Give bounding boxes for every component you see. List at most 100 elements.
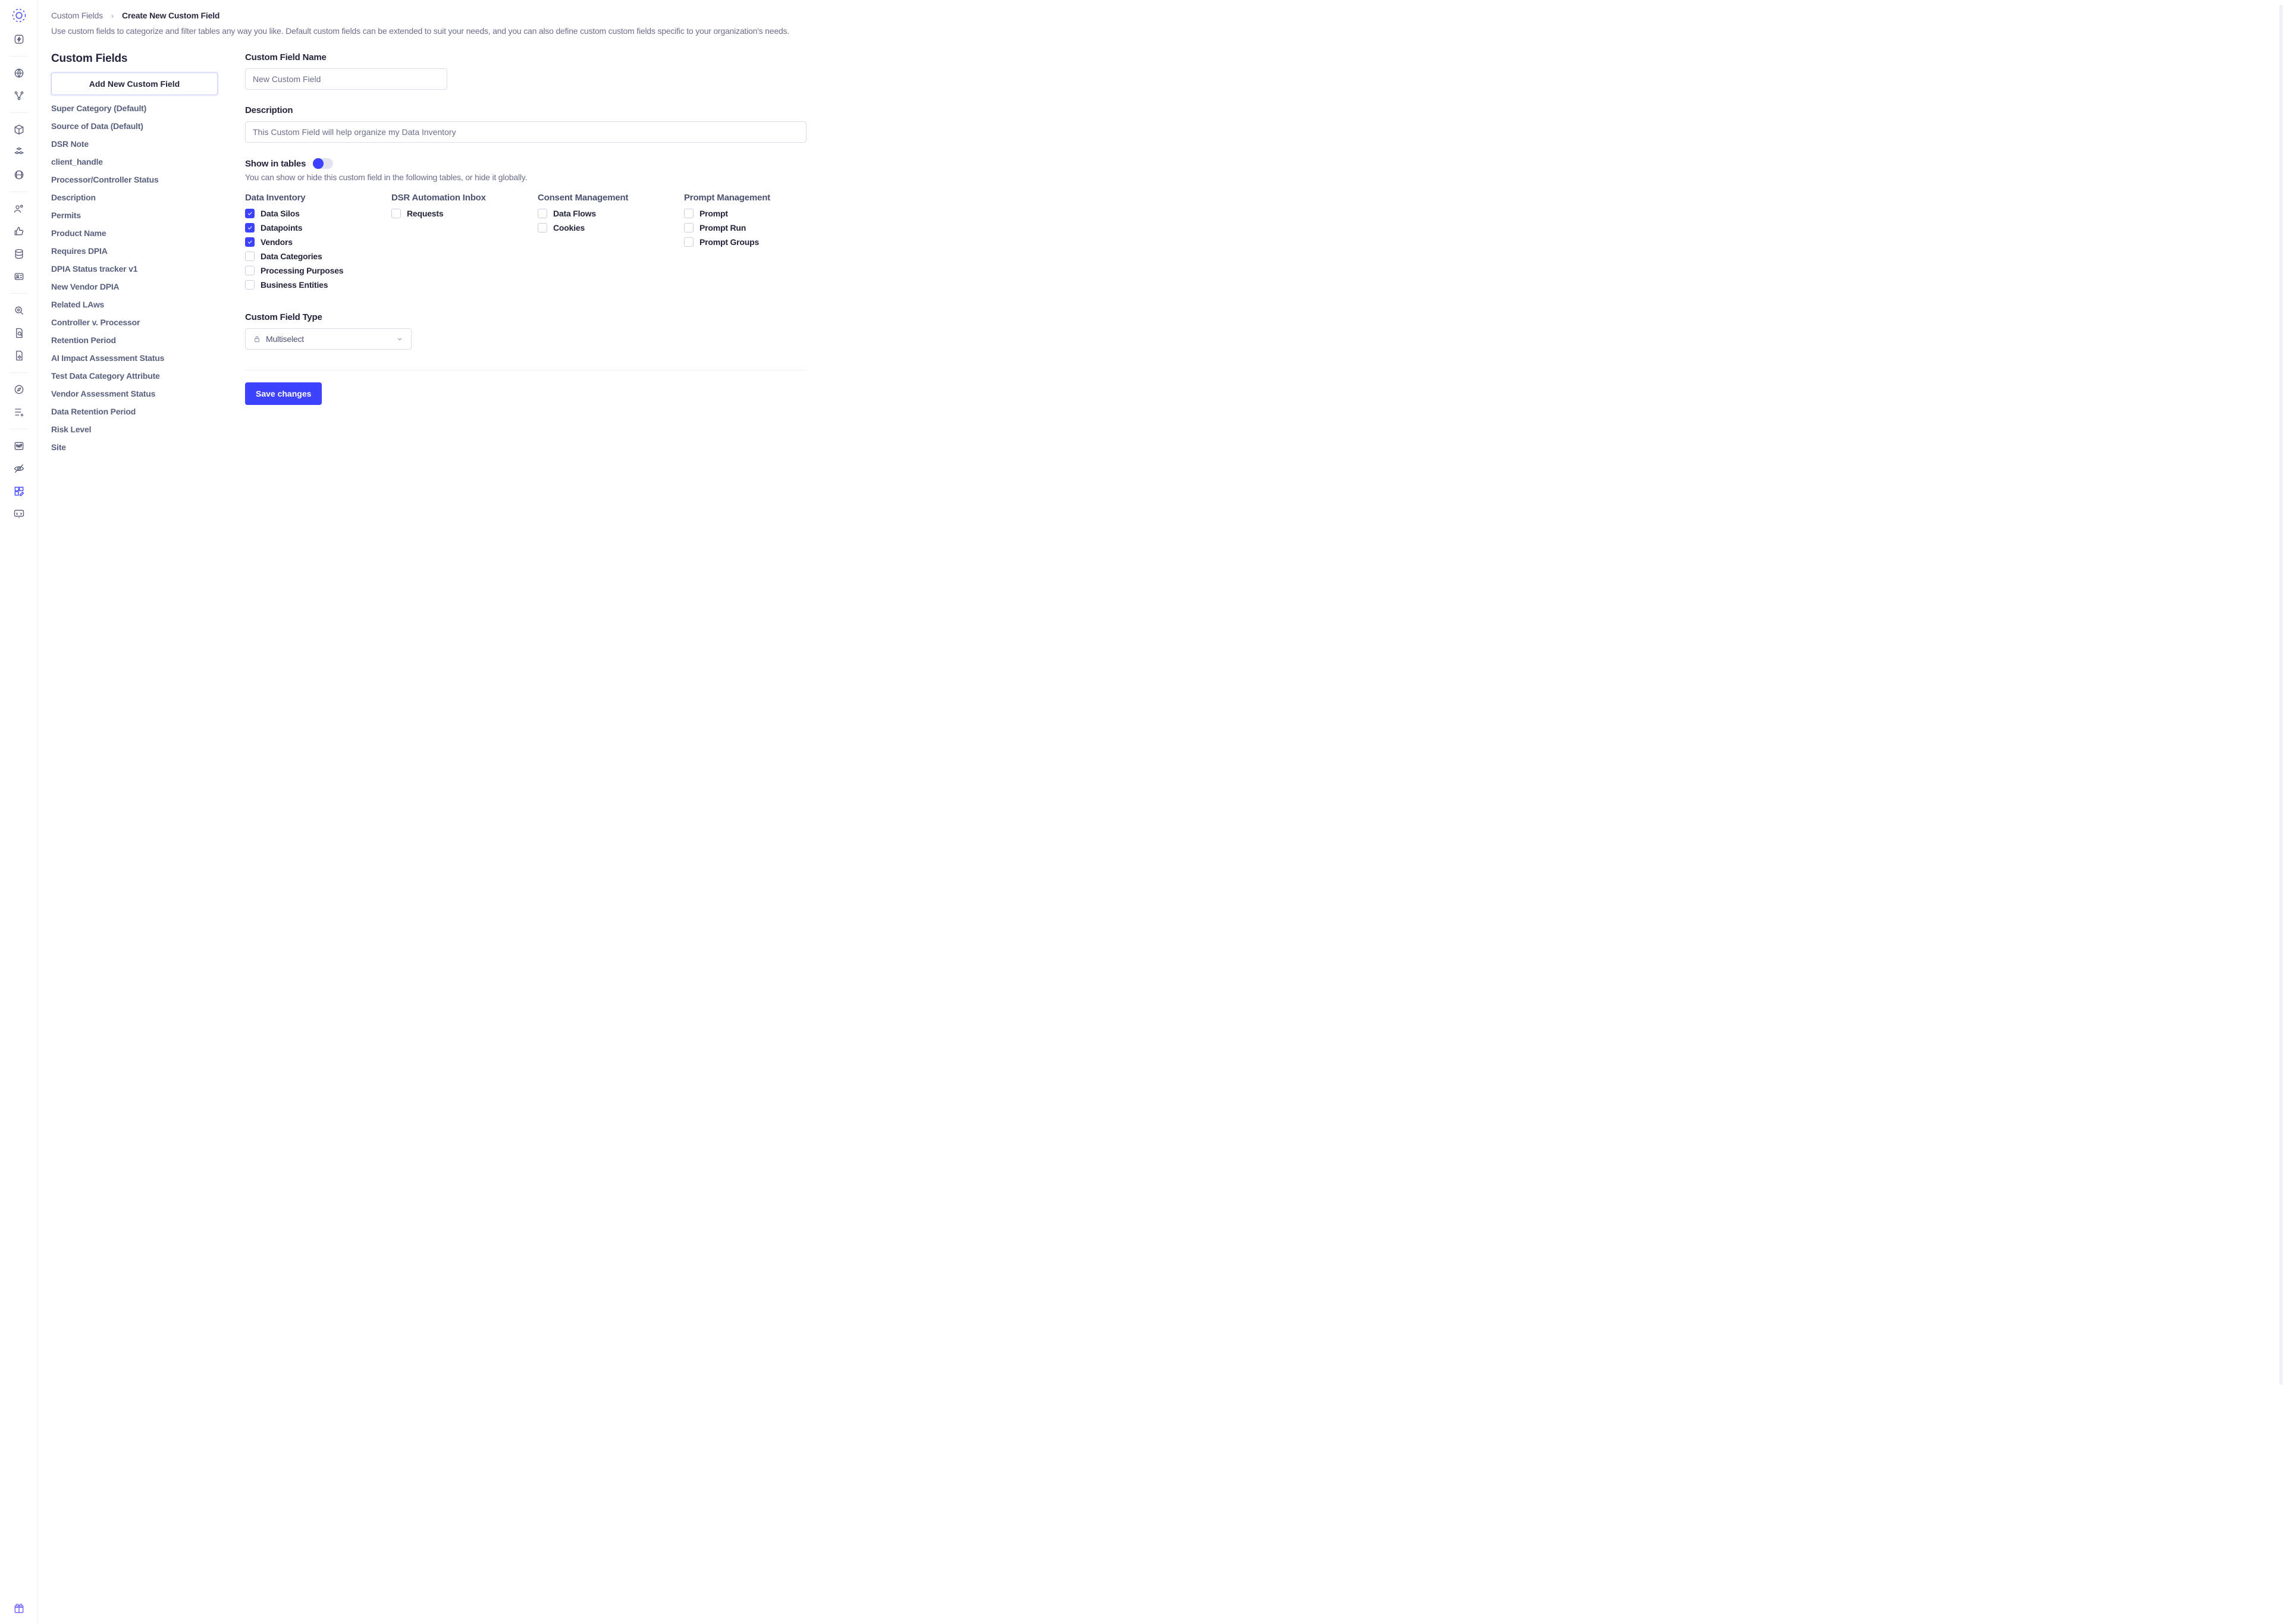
table-checkbox-row[interactable]: Prompt Run [684,223,807,233]
save-changes-button[interactable]: Save changes [245,382,322,405]
checkbox-label: Vendors [261,237,293,247]
table-checkbox-row[interactable]: Business Entities [245,280,368,290]
checkbox[interactable] [245,237,255,247]
checkbox-label: Prompt Groups [699,237,759,247]
nav-cubes[interactable] [7,142,31,163]
custom-field-list-item[interactable]: Product Name [51,228,218,238]
table-column-title: DSR Automation Inbox [391,193,514,203]
table-checkbox-row[interactable]: Processing Purposes [245,266,368,275]
checkbox-label: Prompt Run [699,223,746,233]
chevron-right-icon: › [111,11,114,20]
custom-field-list-item[interactable]: Risk Level [51,425,218,434]
add-new-custom-field-button[interactable]: Add New Custom Field [51,73,218,95]
nav-grid-edit[interactable] [7,480,31,502]
breadcrumb-current: Create New Custom Field [122,11,219,20]
table-checkbox-row[interactable]: Vendors [245,237,368,247]
table-checkbox-row[interactable]: Data Silos [245,209,368,218]
nav-bolt[interactable] [7,29,31,50]
custom-field-list-item[interactable]: Super Category (Default) [51,103,218,113]
custom-field-form: Custom Field Name Description Show in ta… [245,52,807,452]
table-column-title: Prompt Management [684,193,807,203]
nav-web[interactable] [7,164,31,186]
table-checkbox-row[interactable]: Cookies [538,223,660,233]
custom-field-list-item[interactable]: DSR Note [51,139,218,149]
checkbox[interactable] [245,223,255,233]
checkbox-label: Business Entities [261,280,328,290]
nav-file-gear[interactable] [7,345,31,366]
nav-cube[interactable] [7,119,31,140]
custom-field-list-item[interactable]: New Vendor DPIA [51,282,218,291]
nav-id-card[interactable] [7,266,31,287]
checkbox-label: Data Flows [553,209,596,218]
custom-field-list-item[interactable]: Permits [51,211,218,220]
help-show-in-tables: You can show or hide this custom field i… [245,172,807,182]
custom-field-list-item[interactable]: Source of Data (Default) [51,121,218,131]
custom-field-list-item[interactable]: Retention Period [51,335,218,345]
nav-rail [0,0,38,1624]
checkbox-label: Requests [407,209,443,218]
table-column: DSR Automation Inbox Requests [391,193,514,294]
checkbox[interactable] [245,280,255,290]
breadcrumb: Custom Fields › Create New Custom Field [51,11,807,20]
nav-database[interactable] [7,243,31,265]
type-value: Multiselect [266,334,304,344]
lock-icon [253,335,261,343]
nav-search-doc[interactable] [7,300,31,321]
label-custom-field-type: Custom Field Type [245,312,807,322]
custom-fields-list: Super Category (Default) Source of Data (… [51,103,218,452]
table-checkbox-row[interactable]: Prompt [684,209,807,218]
input-description[interactable] [245,121,807,143]
checkbox[interactable] [391,209,401,218]
custom-field-list-item[interactable]: AI Impact Assessment Status [51,353,218,363]
checkbox[interactable] [245,252,255,261]
nav-list-plus[interactable] [7,401,31,423]
nav-globe[interactable] [7,62,31,84]
toggle-show-in-tables[interactable] [313,158,333,169]
checkbox-label: Datapoints [261,223,302,233]
checkbox[interactable] [538,209,547,218]
nav-file-search[interactable] [7,322,31,344]
nav-eye-off[interactable] [7,458,31,479]
custom-field-list-item[interactable]: Vendor Assessment Status [51,389,218,398]
checkbox[interactable] [684,237,694,247]
custom-field-list-item[interactable]: Site [51,442,218,452]
table-checkbox-row[interactable]: Prompt Groups [684,237,807,247]
checkbox[interactable] [684,223,694,233]
nav-users[interactable] [7,198,31,219]
custom-field-list-item[interactable]: Related LAws [51,300,218,309]
nav-gift[interactable] [7,1598,31,1619]
checkbox[interactable] [538,223,547,233]
custom-field-list-item[interactable]: Processor/Controller Status [51,175,218,184]
section-heading-custom-fields: Custom Fields [51,52,218,65]
checkbox-label: Data Silos [261,209,300,218]
select-custom-field-type[interactable]: Multiselect [245,328,412,350]
table-checkbox-row[interactable]: Data Flows [538,209,660,218]
custom-field-list-item[interactable]: Test Data Category Attribute [51,371,218,381]
custom-field-list-item[interactable]: Description [51,193,218,202]
checkbox-label: Prompt [699,209,728,218]
custom-field-list-item[interactable]: DPIA Status tracker v1 [51,264,218,274]
custom-field-list-item[interactable]: client_handle [51,157,218,167]
nav-compass[interactable] [7,379,31,400]
chevron-down-icon [396,335,404,343]
checkbox[interactable] [245,266,255,275]
nav-nodes[interactable] [7,85,31,106]
checkbox[interactable] [684,209,694,218]
custom-field-list-item[interactable]: Data Retention Period [51,407,218,416]
nav-sliders[interactable] [7,435,31,457]
table-checkbox-row[interactable]: Datapoints [245,223,368,233]
custom-field-list-item[interactable]: Controller v. Processor [51,318,218,327]
table-checkbox-row[interactable]: Requests [391,209,514,218]
checkbox[interactable] [245,209,255,218]
nav-code-screen[interactable] [7,503,31,524]
nav-thumbs-up[interactable] [7,221,31,242]
label-custom-field-name: Custom Field Name [245,52,807,62]
table-column-title: Data Inventory [245,193,368,203]
table-column: Data Inventory Data Silos Datapoints Vendor… [245,193,368,294]
page-description: Use custom fields to categorize and filt… [51,26,807,36]
breadcrumb-root[interactable]: Custom Fields [51,11,103,20]
checkbox-label: Processing Purposes [261,266,343,275]
table-checkbox-row[interactable]: Data Categories [245,252,368,261]
custom-field-list-item[interactable]: Requires DPIA [51,246,218,256]
input-custom-field-name[interactable] [245,68,447,90]
